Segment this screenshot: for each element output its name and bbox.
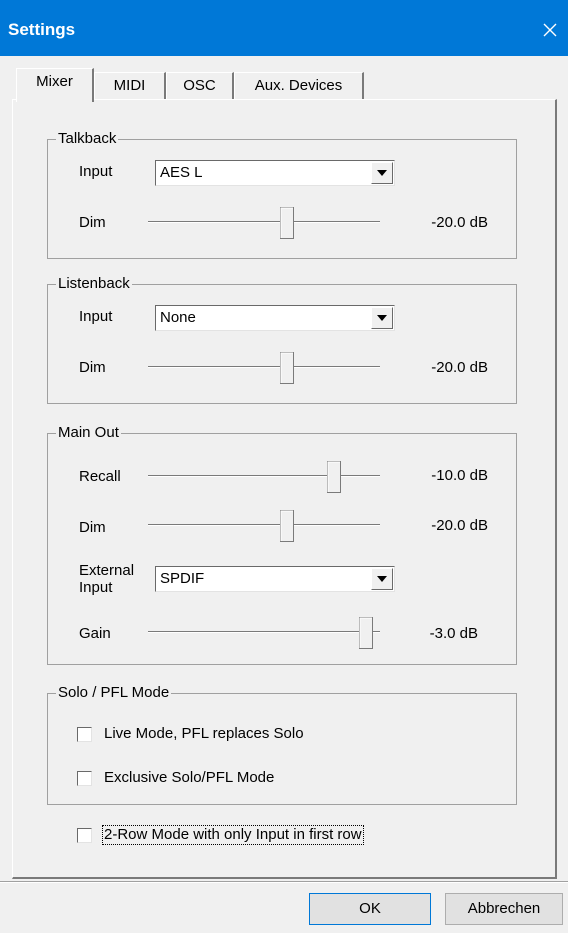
ok-button[interactable]: OK xyxy=(309,893,431,925)
solo-pfl-group-title: Solo / PFL Mode xyxy=(56,684,172,702)
talkback-dim-slider[interactable] xyxy=(148,205,380,239)
two-row-mode-label[interactable]: 2-Row Mode with only Input in first row xyxy=(102,825,364,845)
recall-label: Recall xyxy=(79,468,121,485)
external-input-label: External Input xyxy=(79,562,135,596)
tab-mixer[interactable]: Mixer xyxy=(16,68,94,102)
listenback-dim-label: Dim xyxy=(79,359,106,376)
talkback-input-value: AES L xyxy=(160,164,203,181)
chevron-down-icon[interactable] xyxy=(371,307,393,329)
footer-separator xyxy=(0,881,568,883)
live-mode-label[interactable]: Live Mode, PFL replaces Solo xyxy=(104,725,304,743)
tab-label: MIDI xyxy=(113,77,146,94)
talkback-group: Talkback Input AES L Dim -20.0 dB xyxy=(47,130,517,259)
talkback-input-label: Input xyxy=(79,163,113,180)
tab-osc[interactable]: OSC xyxy=(166,72,234,100)
two-row-mode-checkbox[interactable] xyxy=(77,828,92,843)
listenback-group-title: Listenback xyxy=(56,275,132,293)
window-title: Settings xyxy=(8,20,76,39)
listenback-input-label: Input xyxy=(79,308,113,325)
listenback-dim-value: -20.0 dB xyxy=(431,359,488,376)
talkback-dim-value: -20.0 dB xyxy=(431,214,488,231)
main-out-dim-value: -20.0 dB xyxy=(431,517,488,534)
exclusive-solo-label[interactable]: Exclusive Solo/PFL Mode xyxy=(104,769,274,787)
recall-slider[interactable] xyxy=(148,459,380,493)
main-out-group-title: Main Out xyxy=(56,424,121,442)
exclusive-solo-checkbox[interactable] xyxy=(77,771,92,786)
listenback-dim-slider[interactable] xyxy=(148,350,380,384)
gain-label: Gain xyxy=(79,625,111,642)
slider-thumb[interactable] xyxy=(326,461,341,493)
slider-thumb[interactable] xyxy=(280,352,295,384)
slider-thumb[interactable] xyxy=(280,207,295,239)
tab-panel-mixer: Talkback Input AES L Dim -20.0 dB Listen… xyxy=(12,99,557,879)
main-out-dim-slider[interactable] xyxy=(148,508,380,542)
cancel-button[interactable]: Abbrechen xyxy=(445,893,563,925)
tab-label: Mixer xyxy=(36,73,73,90)
close-button[interactable] xyxy=(532,12,568,48)
tab-label: Aux. Devices xyxy=(254,77,343,94)
external-input-value: SPDIF xyxy=(160,570,205,587)
chevron-down-icon[interactable] xyxy=(371,568,393,590)
main-out-group: Main Out Recall -10.0 dB Dim -20.0 dB Ex… xyxy=(47,424,517,665)
tab-label: OSC xyxy=(183,77,216,94)
live-mode-checkbox[interactable] xyxy=(77,727,92,742)
listenback-input-value: None xyxy=(160,309,196,326)
gain-value: -3.0 dB xyxy=(429,625,478,642)
tab-aux-devices[interactable]: Aux. Devices xyxy=(234,72,364,100)
talkback-input-select[interactable]: AES L xyxy=(155,160,395,186)
talkback-group-title: Talkback xyxy=(56,130,119,148)
slider-thumb[interactable] xyxy=(280,510,295,542)
talkback-dim-label: Dim xyxy=(79,214,106,231)
listenback-group: Listenback Input None Dim -20.0 dB xyxy=(47,275,517,404)
chevron-down-icon[interactable] xyxy=(371,162,393,184)
listenback-input-select[interactable]: None xyxy=(155,305,395,331)
external-input-select[interactable]: SPDIF xyxy=(155,566,395,592)
slider-thumb[interactable] xyxy=(359,617,374,649)
main-out-dim-label: Dim xyxy=(79,519,106,536)
solo-pfl-group: Solo / PFL Mode Live Mode, PFL replaces … xyxy=(47,684,517,805)
close-icon xyxy=(543,23,557,37)
tab-strip: Mixer MIDI OSC Aux. Devices xyxy=(16,68,556,102)
title-bar: Settings xyxy=(0,0,568,56)
recall-value: -10.0 dB xyxy=(431,467,488,484)
gain-slider[interactable] xyxy=(148,615,380,649)
tab-midi[interactable]: MIDI xyxy=(94,72,166,100)
